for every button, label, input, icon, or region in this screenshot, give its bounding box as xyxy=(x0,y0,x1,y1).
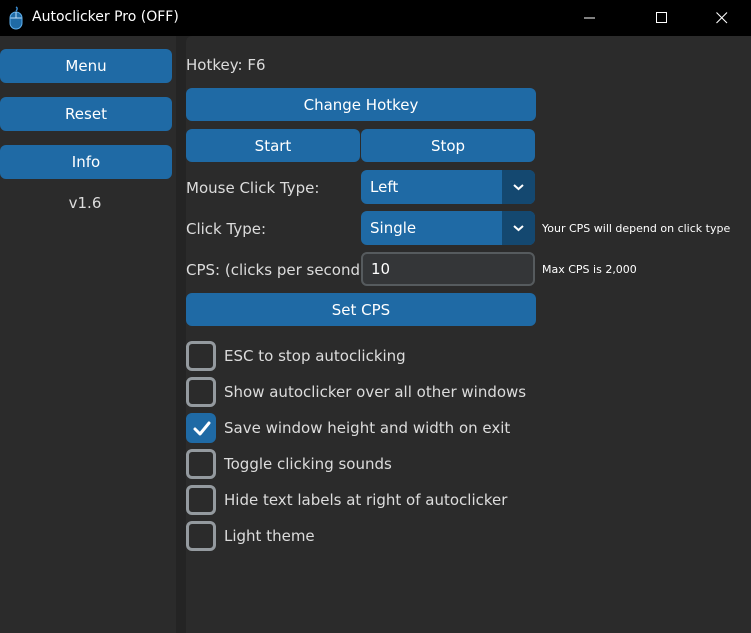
sidebar: Menu Reset Info v1.6 xyxy=(0,36,176,633)
checkmark-icon xyxy=(193,421,211,436)
maximize-button[interactable] xyxy=(639,0,685,36)
chevron-down-icon xyxy=(513,225,524,232)
version-label: v1.6 xyxy=(68,194,102,212)
dropdown-arrow-button[interactable] xyxy=(502,170,535,204)
option-label: Show autoclicker over all other windows xyxy=(224,383,527,401)
change-hotkey-button[interactable]: Change Hotkey xyxy=(186,88,536,121)
mouse-click-type-value: Left xyxy=(370,178,399,196)
click-type-hint: Your CPS will depend on click type xyxy=(542,222,731,235)
cps-label: CPS: (clicks per second) xyxy=(186,261,366,279)
close-button[interactable] xyxy=(699,0,745,36)
minimize-button[interactable] xyxy=(567,0,613,36)
reset-button[interactable]: Reset xyxy=(0,97,172,131)
checkbox[interactable] xyxy=(186,413,216,443)
window-title: Autoclicker Pro (OFF) xyxy=(32,9,179,25)
cps-hint: Max CPS is 2,000 xyxy=(542,263,637,276)
mouse-click-type-label: Mouse Click Type: xyxy=(186,179,320,197)
click-type-dropdown[interactable]: Single xyxy=(361,211,535,245)
option-label: Hide text labels at right of autoclicker xyxy=(224,491,508,509)
option-label: Save window height and width on exit xyxy=(224,419,511,437)
cps-input[interactable] xyxy=(361,252,535,286)
mouse-icon xyxy=(8,6,24,30)
close-icon xyxy=(716,12,728,24)
hotkey-label: Hotkey: F6 xyxy=(186,56,266,74)
info-button[interactable]: Info xyxy=(0,145,172,179)
stop-button[interactable]: Stop xyxy=(361,129,535,162)
start-button[interactable]: Start xyxy=(186,129,360,162)
click-type-label: Click Type: xyxy=(186,220,267,238)
option-label: Light theme xyxy=(224,527,315,545)
click-type-value: Single xyxy=(370,219,417,237)
app-window: Autoclicker Pro (OFF) Menu Reset Info v1… xyxy=(0,0,751,633)
checkbox[interactable] xyxy=(186,485,216,515)
checkbox[interactable] xyxy=(186,521,216,551)
checkbox[interactable] xyxy=(186,341,216,371)
mouse-click-type-dropdown[interactable]: Left xyxy=(361,170,535,204)
menu-button[interactable]: Menu xyxy=(0,49,172,83)
maximize-icon xyxy=(656,12,667,23)
dropdown-arrow-button[interactable] xyxy=(502,211,535,245)
checkbox[interactable] xyxy=(186,377,216,407)
main-panel: Hotkey: F6 Change Hotkey Start Stop Mous… xyxy=(186,36,751,633)
option-label: Toggle clicking sounds xyxy=(224,455,392,473)
title-bar[interactable]: Autoclicker Pro (OFF) xyxy=(0,0,751,36)
option-label: ESC to stop autoclicking xyxy=(224,347,406,365)
checkbox[interactable] xyxy=(186,449,216,479)
set-cps-button[interactable]: Set CPS xyxy=(186,293,536,326)
chevron-down-icon xyxy=(513,184,524,191)
minimize-icon xyxy=(584,17,595,19)
